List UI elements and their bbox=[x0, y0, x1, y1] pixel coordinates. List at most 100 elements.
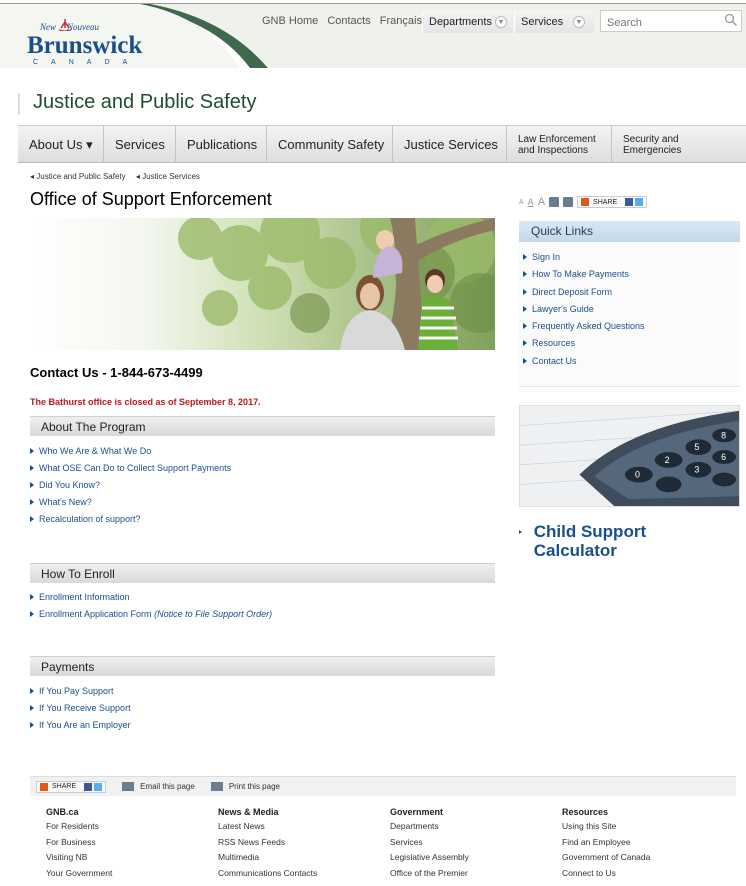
footer-link[interactable]: For Business bbox=[46, 837, 202, 853]
footer-link[interactable]: Departments bbox=[390, 821, 546, 837]
footer-link[interactable]: Services bbox=[390, 837, 546, 853]
footer-link[interactable]: Using this Site bbox=[562, 821, 718, 837]
footer-link[interactable]: Visiting NB bbox=[46, 852, 202, 868]
nav-justice-services[interactable]: Justice Services bbox=[393, 126, 507, 163]
list-item[interactable]: Enrollment Application Form (Notice to F… bbox=[30, 609, 272, 626]
ql-contact-us[interactable]: Contact Us bbox=[532, 356, 577, 366]
footer-link[interactable]: Communications Contacts bbox=[218, 868, 374, 884]
logo-new-text: New bbox=[40, 22, 57, 32]
list-item[interactable]: Frequently Asked Questions bbox=[523, 321, 740, 338]
footer-share-button[interactable]: SHARE bbox=[36, 780, 107, 793]
enrollment-form-note[interactable]: (Notice to File Support Order) bbox=[154, 609, 272, 619]
footer-link[interactable]: Multimedia bbox=[218, 852, 374, 868]
text-size-small-icon[interactable]: A bbox=[519, 199, 524, 206]
search-input[interactable] bbox=[600, 10, 742, 32]
link-who-we-are[interactable]: Who We Are & What We Do bbox=[39, 446, 151, 456]
breadcrumb: ◂ Justice and Public Safety ◂ Justice Se… bbox=[30, 172, 208, 181]
footer-link[interactable]: Latest News bbox=[218, 821, 374, 837]
link-recalculation[interactable]: Recalculation of support? bbox=[39, 514, 141, 524]
footer-link[interactable]: Legislative Assembly bbox=[390, 852, 546, 868]
share-button[interactable]: SHARE bbox=[577, 196, 648, 208]
email-icon[interactable] bbox=[549, 197, 560, 207]
email-page-link[interactable]: Email this page bbox=[140, 782, 195, 791]
calculator-link-text[interactable]: Child Support Calculator bbox=[534, 522, 664, 560]
list-item[interactable]: How To Make Payments bbox=[523, 269, 740, 286]
nav-law-enforcement[interactable]: Law Enforcement and Inspections bbox=[507, 126, 612, 163]
section-header-enroll: How To Enroll bbox=[30, 563, 495, 583]
list-item[interactable]: If You Pay Support bbox=[30, 686, 131, 703]
list-item[interactable]: If You Are an Employer bbox=[30, 720, 131, 737]
site-title[interactable]: Justice and Public Safety bbox=[33, 91, 256, 114]
link-what-ose-can-do[interactable]: What OSE Can Do to Collect Support Payme… bbox=[39, 463, 231, 473]
search-icon[interactable] bbox=[724, 13, 738, 27]
footer-heading[interactable]: Resources bbox=[562, 807, 718, 817]
arrow-right-icon bbox=[30, 448, 34, 454]
print-icon[interactable] bbox=[563, 197, 574, 207]
ql-make-payments[interactable]: How To Make Payments bbox=[532, 269, 629, 279]
child-support-calculator-link[interactable]: Child Support Calculator bbox=[519, 522, 664, 560]
link-did-you-know[interactable]: Did You Know? bbox=[39, 480, 100, 490]
print-icon[interactable] bbox=[210, 782, 223, 791]
list-item[interactable]: Resources bbox=[523, 338, 740, 355]
ql-faq[interactable]: Frequently Asked Questions bbox=[532, 321, 645, 331]
text-size-medium-icon[interactable]: A bbox=[528, 197, 534, 207]
nav-services[interactable]: Services bbox=[104, 126, 176, 163]
nav-publications[interactable]: Publications bbox=[176, 126, 267, 163]
arrow-right-icon bbox=[523, 340, 527, 347]
arrow-right-icon bbox=[30, 516, 34, 522]
chevron-down-icon: ▼ bbox=[573, 16, 585, 28]
ql-resources[interactable]: Resources bbox=[532, 338, 575, 348]
footer-heading[interactable]: GNB.ca bbox=[46, 807, 202, 817]
footer-link[interactable]: Find an Employee bbox=[562, 837, 718, 853]
text-size-large-icon[interactable]: A bbox=[538, 196, 545, 208]
breadcrumb-justice-public-safety[interactable]: ◂ Justice and Public Safety bbox=[30, 172, 126, 181]
print-page-link[interactable]: Print this page bbox=[229, 782, 280, 791]
list-item[interactable]: Recalculation of support? bbox=[30, 514, 231, 531]
list-item[interactable]: Direct Deposit Form bbox=[523, 287, 740, 304]
ql-direct-deposit[interactable]: Direct Deposit Form bbox=[532, 287, 612, 297]
list-item[interactable]: If You Receive Support bbox=[30, 703, 131, 720]
ql-sign-in[interactable]: Sign In bbox=[532, 252, 560, 262]
list-item[interactable]: Who We Are & What We Do bbox=[30, 446, 231, 463]
footer-link[interactable]: Your Government bbox=[46, 868, 202, 884]
link-enrollment-info[interactable]: Enrollment Information bbox=[39, 592, 130, 602]
facebook-icon bbox=[625, 198, 634, 206]
link-if-you-pay[interactable]: If You Pay Support bbox=[39, 686, 114, 696]
gnb-home-link[interactable]: GNB Home bbox=[262, 15, 318, 27]
footer-link[interactable]: For Residents bbox=[46, 821, 202, 837]
svg-text:8: 8 bbox=[721, 430, 726, 440]
email-icon[interactable] bbox=[122, 782, 135, 791]
list-item[interactable]: Sign In bbox=[523, 252, 740, 269]
twitter-icon bbox=[94, 782, 103, 791]
footer-link[interactable]: Office of the Premier bbox=[390, 868, 546, 884]
footer-link[interactable]: Connect to Us bbox=[562, 868, 718, 884]
link-if-you-receive[interactable]: If You Receive Support bbox=[39, 703, 131, 713]
nav-security-emergencies[interactable]: Security and Emergencies bbox=[612, 126, 732, 163]
list-item[interactable]: Enrollment Information bbox=[30, 592, 272, 609]
francais-link[interactable]: Français bbox=[380, 15, 422, 27]
nav-community-safety[interactable]: Community Safety bbox=[267, 126, 393, 163]
gnb-logo[interactable]: New Nouveau Brunswick CANADA bbox=[27, 19, 150, 68]
facebook-icon bbox=[84, 782, 93, 791]
list-item[interactable]: What's New? bbox=[30, 497, 231, 514]
contacts-link[interactable]: Contacts bbox=[327, 15, 370, 27]
footer-heading[interactable]: Government bbox=[390, 807, 546, 817]
link-whats-new[interactable]: What's New? bbox=[39, 497, 92, 507]
calculator-photo[interactable]: 0 2 5 8 3 6 bbox=[519, 405, 740, 507]
footer-link[interactable]: RSS News Feeds bbox=[218, 837, 374, 853]
departments-dropdown[interactable]: Departments ▼ bbox=[422, 11, 513, 33]
services-dropdown[interactable]: Services ▼ bbox=[514, 11, 594, 33]
list-item[interactable]: Contact Us bbox=[523, 356, 740, 373]
link-if-employer[interactable]: If You Are an Employer bbox=[39, 720, 131, 730]
link-enrollment-form[interactable]: Enrollment Application Form bbox=[39, 609, 152, 619]
footer-heading[interactable]: News & Media bbox=[218, 807, 374, 817]
breadcrumb-justice-services[interactable]: ◂ Justice Services bbox=[136, 172, 200, 181]
svg-text:0: 0 bbox=[635, 470, 640, 480]
list-item[interactable]: Did You Know? bbox=[30, 480, 231, 497]
nav-about-us[interactable]: About Us ▾ bbox=[18, 126, 104, 163]
list-item[interactable]: Lawyer's Guide bbox=[523, 304, 740, 321]
list-item[interactable]: What OSE Can Do to Collect Support Payme… bbox=[30, 463, 231, 480]
footer-link[interactable]: Government of Canada bbox=[562, 852, 718, 868]
ql-lawyers-guide[interactable]: Lawyer's Guide bbox=[532, 304, 594, 314]
quick-links-list: Sign In How To Make Payments Direct Depo… bbox=[519, 242, 740, 373]
